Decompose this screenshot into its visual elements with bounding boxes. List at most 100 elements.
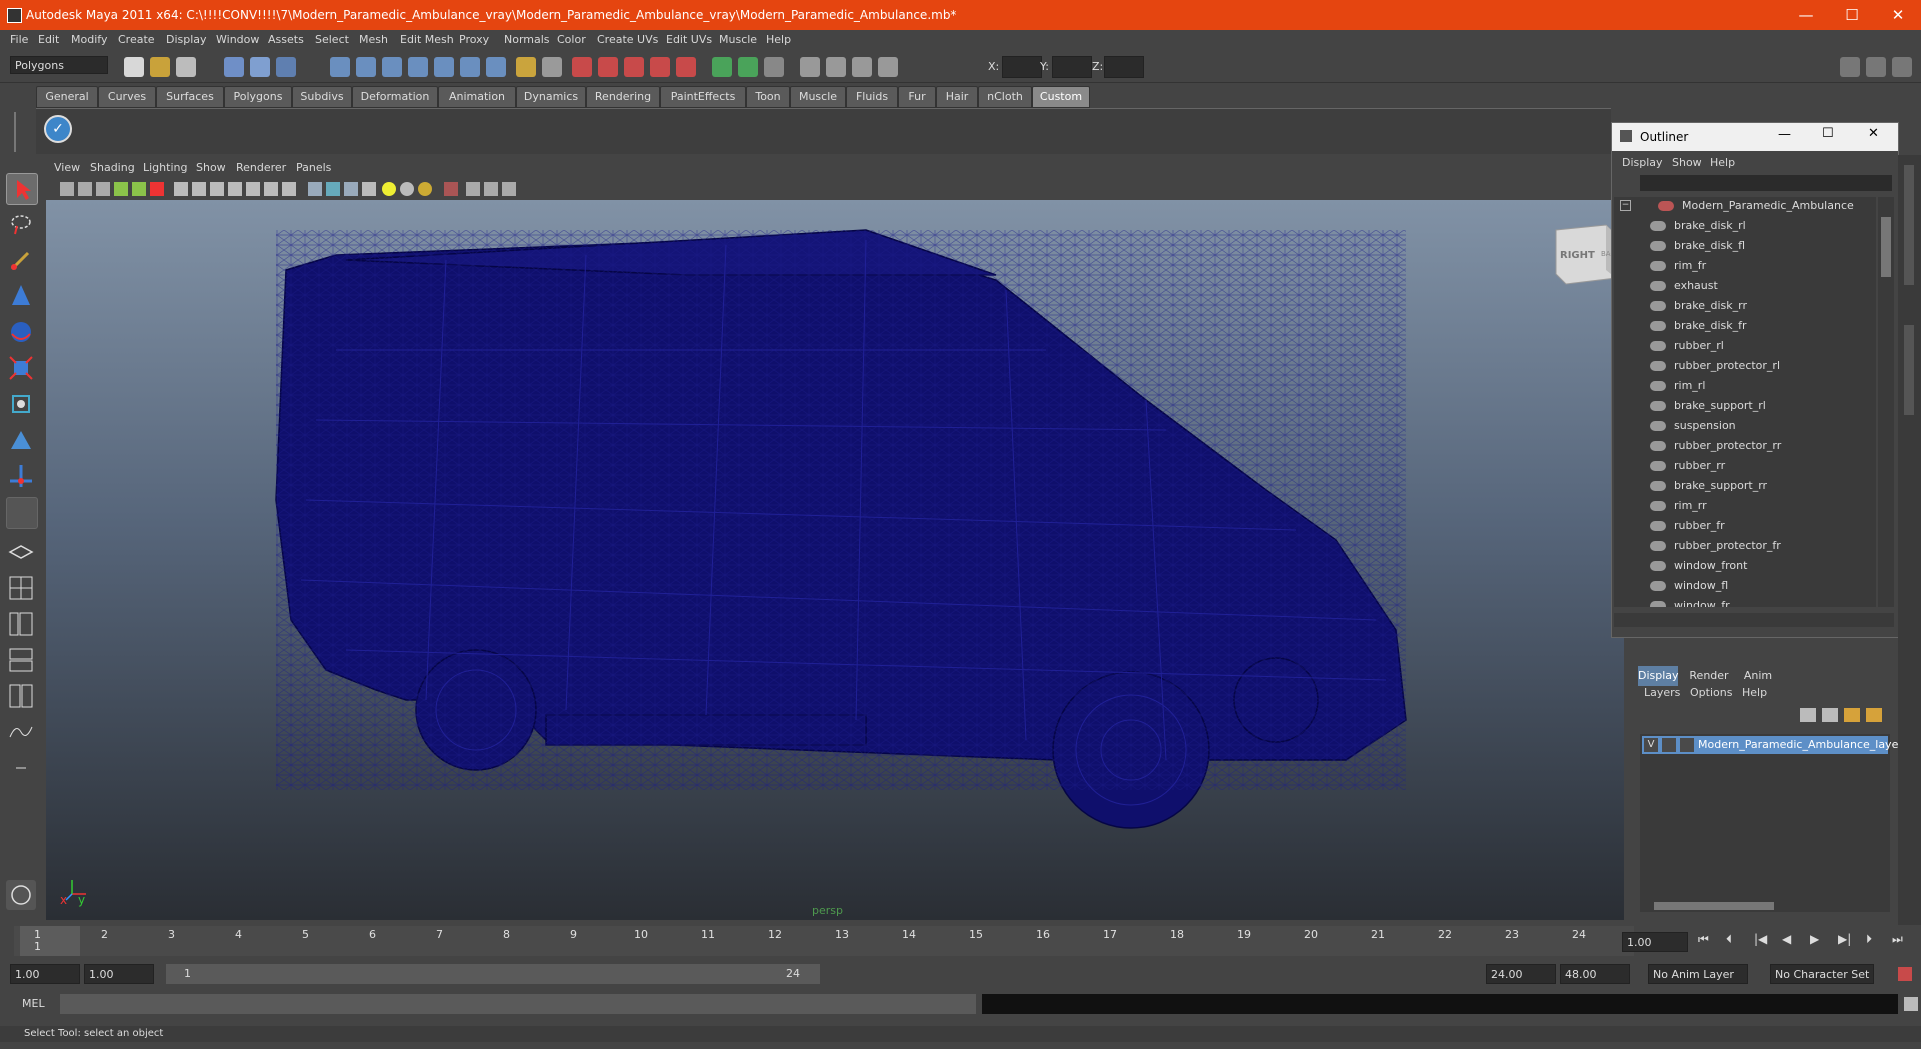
rotate-tool-icon[interactable] <box>6 317 36 347</box>
menu-modify[interactable]: Modify <box>71 33 107 46</box>
shelf-tab-rendering[interactable]: Rendering <box>586 86 660 108</box>
move-layer-up-icon[interactable] <box>1844 708 1860 722</box>
checker-icon[interactable] <box>362 182 376 196</box>
playback-end-field[interactable]: 24.00 <box>1486 964 1556 984</box>
menu-edit-mesh[interactable]: Edit Mesh <box>400 33 454 46</box>
panel-menu-panels[interactable]: Panels <box>296 161 331 174</box>
menu-create[interactable]: Create <box>118 33 155 46</box>
shadows-icon[interactable] <box>264 182 278 196</box>
film-gate-icon[interactable] <box>150 182 164 196</box>
menu-set-selector[interactable]: Polygons <box>10 56 108 74</box>
shelf-tab-muscle[interactable]: Muscle <box>790 86 846 108</box>
panel-menu-shading[interactable]: Shading <box>90 161 135 174</box>
menu-help[interactable]: Help <box>766 33 791 46</box>
soft-mod-tool-icon[interactable] <box>6 425 36 455</box>
four-pane-layout-icon[interactable] <box>6 573 36 603</box>
list-item[interactable]: rubber_rl <box>1650 339 1724 359</box>
view-options-icon[interactable] <box>502 182 516 196</box>
list-item[interactable]: brake_support_rl <box>1650 399 1766 419</box>
single-pane-layout-icon[interactable] <box>6 537 36 567</box>
layer-display-type-toggle[interactable] <box>1662 738 1676 752</box>
select-camera-icon[interactable] <box>60 182 74 196</box>
wireframe-on-shaded-icon[interactable] <box>210 182 224 196</box>
layer-tab-anim[interactable]: Anim <box>1736 666 1780 686</box>
smooth-shade-icon[interactable] <box>192 182 206 196</box>
camera-icon[interactable] <box>800 57 820 77</box>
list-item[interactable]: rubber_rr <box>1650 459 1725 479</box>
script-editor-icon[interactable] <box>1904 997 1918 1011</box>
lock-icon[interactable] <box>516 57 536 77</box>
layer-scrollbar-thumb[interactable] <box>1654 902 1774 910</box>
shelf-tab-curves[interactable]: Curves <box>98 86 156 108</box>
xray-icon[interactable] <box>308 182 322 196</box>
outliner-menu-display[interactable]: Display <box>1622 156 1663 169</box>
panel-menu-renderer[interactable]: Renderer <box>236 161 286 174</box>
layout-icon[interactable] <box>1840 57 1860 77</box>
sidebar-toggle-icon[interactable] <box>712 57 732 77</box>
animation-end-field[interactable]: 48.00 <box>1560 964 1630 984</box>
history-icon[interactable] <box>460 57 480 77</box>
layer-tab-display[interactable]: Display <box>1638 666 1679 686</box>
z-field[interactable] <box>1104 56 1144 78</box>
shelf-tab-animation[interactable]: Animation <box>438 86 516 108</box>
attribute-toggle-icon[interactable] <box>738 57 758 77</box>
help-line-icon[interactable] <box>486 57 506 77</box>
shelf-tab-deformation[interactable]: Deformation <box>352 86 438 108</box>
render-view-icon[interactable] <box>676 57 696 77</box>
go-to-start-icon[interactable]: ⏮ <box>1698 932 1709 947</box>
shelf-tab-toon[interactable]: Toon <box>746 86 790 108</box>
snap-point-icon[interactable] <box>382 57 402 77</box>
menu-edit[interactable]: Edit <box>38 33 59 46</box>
layer-visibility-toggle[interactable]: V <box>1644 738 1658 752</box>
list-item[interactable]: window_front <box>1650 559 1747 579</box>
outliner-vertical-scrollbar[interactable] <box>1878 197 1894 607</box>
panel-menu-show[interactable]: Show <box>196 161 226 174</box>
graph-icon[interactable] <box>852 57 872 77</box>
panel-menu-view[interactable]: View <box>54 161 80 174</box>
go-to-end-icon[interactable]: ⏭ <box>1892 932 1903 947</box>
input-ops-icon[interactable] <box>542 57 562 77</box>
select-by-hierarchy-icon[interactable] <box>224 57 244 77</box>
outliner-root-item[interactable]: Modern_Paramedic_Ambulance <box>1658 199 1854 219</box>
anim-layer-selector[interactable]: No Anim Layer <box>1648 964 1748 984</box>
save-scene-icon[interactable] <box>176 57 196 77</box>
play-backwards-icon[interactable]: ◀ <box>1782 932 1791 946</box>
lock-camera-icon[interactable] <box>78 182 92 196</box>
grid-toggle-icon[interactable] <box>132 182 146 196</box>
outliner-minimize-button[interactable]: — <box>1778 127 1791 142</box>
select-by-component-icon[interactable] <box>276 57 296 77</box>
render-settings-icon[interactable] <box>624 57 644 77</box>
layer-row[interactable]: V Modern_Paramedic_Ambulance_layer <box>1642 736 1903 754</box>
menu-normals[interactable]: Normals <box>504 33 550 46</box>
safe-action-icon[interactable] <box>466 182 480 196</box>
animation-start-field[interactable]: 1.00 <box>10 964 80 984</box>
list-item[interactable]: rubber_protector_fr <box>1650 539 1781 559</box>
new-scene-icon[interactable] <box>124 57 144 77</box>
menu-file[interactable]: File <box>10 33 28 46</box>
list-item[interactable]: brake_disk_rl <box>1650 219 1746 239</box>
channel-box-toggle-icon[interactable] <box>1866 57 1886 77</box>
list-item[interactable]: rubber_fr <box>1650 519 1725 539</box>
list-item[interactable]: exhaust <box>1650 279 1718 299</box>
bookmark-icon[interactable] <box>96 182 110 196</box>
menu-edit-uvs[interactable]: Edit UVs <box>666 33 712 46</box>
step-back-frame-icon[interactable]: ⏴ <box>1726 932 1732 947</box>
scrollbar-thumb[interactable] <box>1881 217 1891 277</box>
texture-icon[interactable] <box>826 57 846 77</box>
hypershade-icon[interactable] <box>650 57 670 77</box>
y-field[interactable] <box>1052 56 1092 78</box>
use-all-lights-icon[interactable] <box>246 182 260 196</box>
manipulator-tool-icon[interactable] <box>6 389 36 419</box>
list-item[interactable]: rubber_protector_rl <box>1650 359 1780 379</box>
menu-color[interactable]: Color <box>557 33 586 46</box>
move-layer-down-icon[interactable] <box>1866 708 1882 722</box>
last-tool-slot[interactable] <box>6 497 38 529</box>
shelf-tab-polygons[interactable]: Polygons <box>224 86 292 108</box>
make-live-icon[interactable] <box>434 57 454 77</box>
graph-persp-layout-icon[interactable] <box>6 645 36 675</box>
list-item[interactable]: rim_rr <box>1650 499 1707 519</box>
outliner-title-bar[interactable]: Outliner — ☐ ✕ <box>1612 123 1898 151</box>
list-item[interactable]: rubber_protector_rr <box>1650 439 1781 459</box>
menu-assets[interactable]: Assets <box>268 33 304 46</box>
menu-create-uvs[interactable]: Create UVs <box>597 33 658 46</box>
